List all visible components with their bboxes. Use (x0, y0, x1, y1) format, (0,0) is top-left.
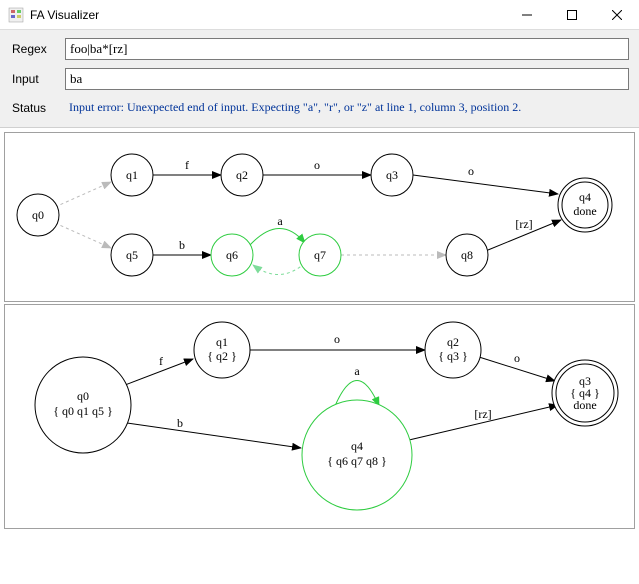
dfa-edge-f: f (159, 354, 163, 368)
dfa-state-q4: q4 { q6 q7 q8 } (302, 400, 412, 510)
nfa-state-q5: q5 (111, 234, 153, 276)
nfa-state-q6: q6 (211, 234, 253, 276)
nfa-state-q3: q3 (371, 154, 413, 196)
svg-text:q8: q8 (461, 248, 473, 262)
svg-text:done: done (573, 204, 596, 218)
nfa-edge-b: b (179, 238, 185, 252)
nfa-edge-o1: o (314, 158, 320, 172)
svg-text:q0: q0 (32, 208, 44, 222)
input-label: Input (10, 72, 65, 86)
svg-text:q1: q1 (216, 335, 228, 349)
svg-text:q5: q5 (126, 248, 138, 262)
titlebar: FA Visualizer (0, 0, 639, 30)
maximize-button[interactable] (549, 0, 594, 30)
nfa-state-q4: q4 done (558, 178, 612, 232)
svg-text:q1: q1 (126, 168, 138, 182)
svg-text:{ q2 }: { q2 } (207, 349, 237, 363)
svg-text:q4: q4 (351, 439, 363, 453)
nfa-edge-a: a (277, 214, 283, 228)
svg-text:q4: q4 (579, 190, 591, 204)
input-field[interactable] (65, 68, 629, 90)
regex-label: Regex (10, 42, 65, 56)
svg-text:{ q3 }: { q3 } (438, 349, 468, 363)
dfa-panel: f o o b a [rz] q0 { q0 q1 q5 } q1 { q2 } (4, 304, 635, 529)
dfa-state-q0: q0 { q0 q1 q5 } (35, 357, 131, 453)
status-text: Input error: Unexpected end of input. Ex… (65, 98, 629, 117)
regex-input[interactable] (65, 38, 629, 60)
svg-text:{ q6 q7 q8 }: { q6 q7 q8 } (327, 454, 387, 468)
dfa-state-q3: q3 { q4 } done (552, 360, 618, 426)
svg-text:q2: q2 (447, 335, 459, 349)
svg-text:done: done (573, 398, 596, 412)
nfa-state-q2: q2 (221, 154, 263, 196)
app-icon (8, 7, 24, 23)
diagram-panels: f o o b a [rz] q0 q1 (0, 128, 639, 535)
minimize-button[interactable] (504, 0, 549, 30)
svg-text:{ q0 q1 q5 }: { q0 q1 q5 } (53, 404, 113, 418)
dfa-edge-o1: o (334, 332, 340, 346)
nfa-state-q1: q1 (111, 154, 153, 196)
svg-text:q0: q0 (77, 389, 89, 403)
window-title: FA Visualizer (30, 8, 99, 22)
dfa-edge-b: b (177, 416, 183, 430)
dfa-edge-a: a (354, 364, 360, 378)
dfa-state-q1: q1 { q2 } (194, 322, 250, 378)
nfa-edge-rz: [rz] (515, 217, 532, 231)
form-area: Regex Input Status Input error: Unexpect… (0, 30, 639, 128)
nfa-state-q7: q7 (299, 234, 341, 276)
status-label: Status (10, 101, 65, 115)
window-controls (504, 0, 639, 30)
dfa-edge-rz: [rz] (474, 407, 491, 421)
nfa-state-q0: q0 (17, 194, 59, 236)
close-button[interactable] (594, 0, 639, 30)
svg-text:q3: q3 (386, 168, 398, 182)
nfa-edge-f: f (185, 158, 189, 172)
svg-text:q6: q6 (226, 248, 238, 262)
dfa-edge-o2: o (514, 351, 520, 365)
nfa-edge-o2: o (468, 164, 474, 178)
svg-text:q2: q2 (236, 168, 248, 182)
nfa-state-q8: q8 (446, 234, 488, 276)
nfa-panel: f o o b a [rz] q0 q1 (4, 132, 635, 302)
svg-text:q7: q7 (314, 248, 326, 262)
dfa-state-q2: q2 { q3 } (425, 322, 481, 378)
